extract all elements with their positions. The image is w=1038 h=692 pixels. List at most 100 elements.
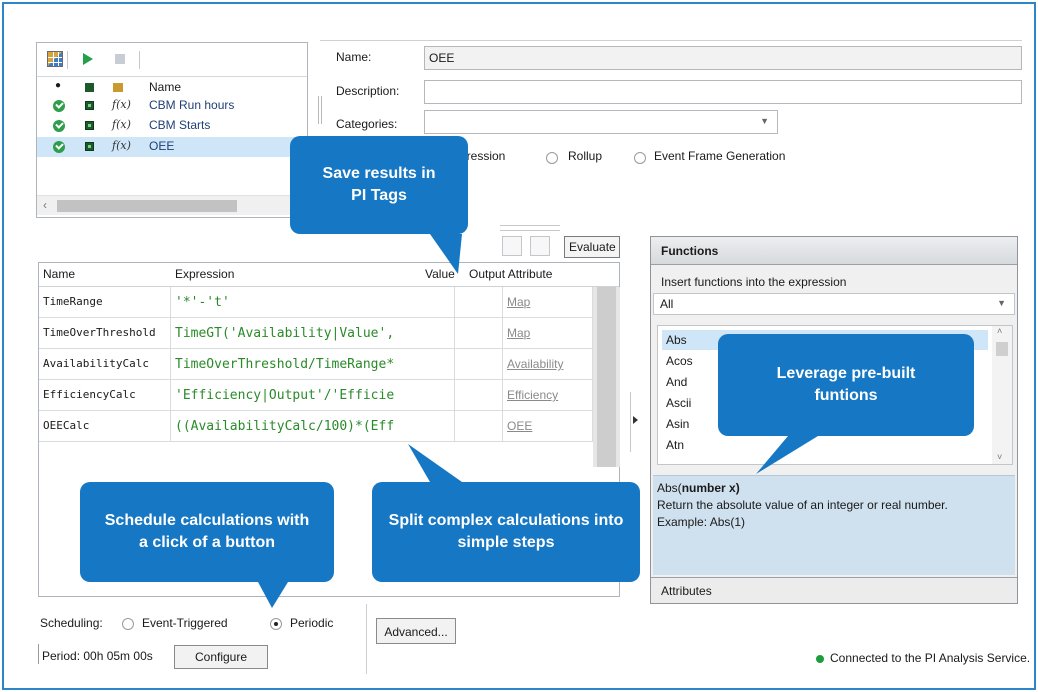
- enabled-icon: [85, 121, 94, 130]
- functions-subtitle: Insert functions into the expression: [661, 275, 847, 289]
- analysis-table-icon[interactable]: [47, 51, 63, 67]
- function-icon: f(x): [112, 139, 131, 152]
- splitter-handle[interactable]: [318, 96, 322, 124]
- variable-expression[interactable]: TimeOverThreshold/TimeRange*: [171, 349, 455, 380]
- output-attribute-link[interactable]: Map: [503, 287, 593, 318]
- scrollbar-thumb[interactable]: [996, 342, 1008, 356]
- splitter-grip[interactable]: [500, 225, 560, 231]
- variable-name[interactable]: TimeRange: [39, 287, 171, 318]
- functions-list-scrollbar[interactable]: ˄ ˅: [992, 326, 1012, 464]
- variable-name[interactable]: TimeOverThreshold: [39, 318, 171, 349]
- play-icon[interactable]: [83, 53, 93, 65]
- attributes-tab[interactable]: Attributes: [651, 577, 1017, 603]
- variable-expression[interactable]: ((AvailabilityCalc/100)*(Eff: [171, 411, 455, 442]
- functions-filter-dropdown[interactable]: All ▼: [653, 293, 1015, 315]
- table-vertical-scrollbar[interactable]: [593, 287, 620, 467]
- scrollbar-thumb[interactable]: [57, 200, 237, 212]
- table-row[interactable]: AvailabilityCalc TimeOverThreshold/TimeR…: [39, 349, 619, 380]
- variable-value: [455, 411, 503, 442]
- categories-dropdown[interactable]: ▼: [424, 110, 778, 134]
- scroll-up-icon[interactable]: ˄: [997, 326, 1002, 336]
- variable-expression[interactable]: 'Efficiency|Output'/'Efficie: [171, 380, 455, 411]
- variable-expression[interactable]: TimeGT('Availability|Value',: [171, 318, 455, 349]
- table-row[interactable]: EfficiencyCalc 'Efficiency|Output'/'Effi…: [39, 380, 619, 411]
- evaluate-button[interactable]: Evaluate: [564, 236, 620, 258]
- type-column-icon[interactable]: [113, 83, 123, 92]
- collapse-panel-toggle[interactable]: [626, 392, 646, 452]
- function-example: Example: Abs(1): [657, 515, 746, 529]
- analyses-list-panel: ● Name f(x) CBM Run hours f(x) CBM Start…: [36, 42, 308, 218]
- name-column-header[interactable]: Name: [149, 80, 181, 94]
- analyses-toolbar: [37, 43, 307, 77]
- categories-label: Categories:: [336, 117, 398, 131]
- function-signature-name: Abs(: [657, 481, 682, 495]
- variable-name[interactable]: OEECalc: [39, 411, 171, 442]
- scroll-left-icon[interactable]: ‹: [43, 198, 47, 212]
- advanced-button[interactable]: Advanced...: [376, 618, 456, 644]
- callout-pointer: [756, 436, 818, 474]
- chevron-down-icon: ▼: [760, 116, 769, 126]
- variable-name[interactable]: AvailabilityCalc: [39, 349, 171, 380]
- scroll-down-icon[interactable]: ˅: [997, 452, 1002, 462]
- variable-name[interactable]: EfficiencyCalc: [39, 380, 171, 411]
- output-attribute-link[interactable]: OEE: [503, 411, 593, 442]
- callout-pointer: [258, 582, 288, 608]
- output-attribute-link[interactable]: Availability: [503, 349, 593, 380]
- name-field[interactable]: OEE: [424, 46, 1022, 70]
- callout-split: Split complex calculations into simple s…: [372, 444, 640, 582]
- configure-button[interactable]: Configure: [174, 645, 268, 669]
- analysis-row-cbm-run-hours[interactable]: f(x) CBM Run hours: [37, 97, 307, 114]
- horizontal-scrollbar[interactable]: ‹: [37, 195, 307, 215]
- chevron-down-icon: ▼: [997, 298, 1006, 308]
- stop-icon[interactable]: [115, 54, 125, 64]
- callout-pointer: [430, 234, 462, 274]
- analysis-row-cbm-starts[interactable]: f(x) CBM Starts: [37, 117, 307, 134]
- rollup-radio[interactable]: [546, 152, 558, 164]
- function-icon: f(x): [112, 118, 131, 131]
- periodic-label: Periodic: [290, 616, 334, 630]
- callout-prebuilt-functions: Leverage pre-built funtions: [718, 334, 974, 474]
- event-frame-label: Event Frame Generation: [654, 149, 786, 163]
- periodic-radio[interactable]: [270, 618, 282, 630]
- analysis-name: OEE: [149, 139, 175, 153]
- description-field[interactable]: [424, 80, 1022, 104]
- expression-column-header[interactable]: Expression: [175, 267, 234, 281]
- event-triggered-label: Event-Triggered: [142, 616, 228, 630]
- period-text: Period: 00h 05m 00s: [42, 649, 153, 663]
- analysis-type-expression[interactable]: pression: [456, 148, 546, 166]
- divider: [366, 604, 367, 674]
- analyses-header: ● Name: [37, 78, 307, 96]
- function-signature-close: ): [735, 481, 740, 495]
- variable-value: [455, 349, 503, 380]
- variable-expression[interactable]: '*'-'t': [171, 287, 455, 318]
- scrollbar-thumb[interactable]: [597, 287, 616, 467]
- table-row[interactable]: TimeRange '*'-'t' Map: [39, 287, 619, 318]
- move-up-icon[interactable]: [502, 236, 522, 256]
- output-attribute-column-header[interactable]: Output Attribute: [469, 267, 552, 281]
- event-frame-radio[interactable]: [634, 152, 646, 164]
- value-column-header[interactable]: Value: [425, 267, 455, 281]
- chevron-right-icon: [633, 416, 638, 424]
- table-row[interactable]: OEECalc ((AvailabilityCalc/100)*(Eff OEE: [39, 411, 619, 442]
- variable-value: [455, 380, 503, 411]
- output-attribute-link[interactable]: Efficiency: [503, 380, 593, 411]
- output-attribute-link[interactable]: Map: [503, 318, 593, 349]
- enabled-column-icon[interactable]: [85, 83, 94, 92]
- functions-panel-title[interactable]: Functions: [651, 237, 1017, 265]
- variable-value: [455, 287, 503, 318]
- name-column-header[interactable]: Name: [43, 267, 75, 281]
- function-signature: Abs(number x): [657, 480, 1011, 497]
- scheduling-label: Scheduling:: [40, 616, 103, 630]
- function-icon: f(x): [112, 98, 131, 111]
- move-down-icon[interactable]: [530, 236, 550, 256]
- table-row[interactable]: TimeOverThreshold TimeGT('Availability|V…: [39, 318, 619, 349]
- callout-text: Leverage pre-built funtions: [776, 365, 916, 404]
- enabled-icon: [85, 101, 94, 110]
- variable-table-header: Name Expression Value Output Attribute: [39, 263, 619, 287]
- analysis-row-oee[interactable]: f(x) OEE: [37, 137, 307, 157]
- event-triggered-radio[interactable]: [122, 618, 134, 630]
- callout-save-results: Save results in PI Tags: [290, 136, 468, 274]
- function-signature-param: number x: [681, 481, 736, 495]
- status-column-icon[interactable]: ●: [55, 80, 61, 91]
- function-item[interactable]: Atn: [662, 435, 988, 455]
